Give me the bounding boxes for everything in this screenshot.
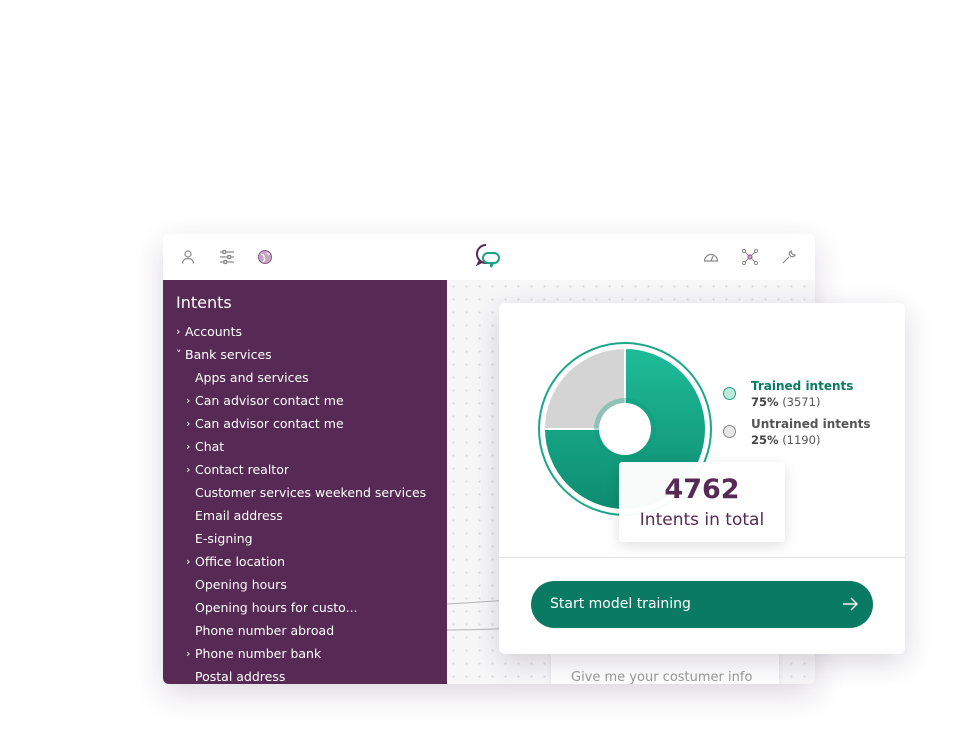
sidebar-item-label: Contact realtor <box>195 462 289 477</box>
sidebar-item[interactable]: › Phone number bank <box>163 642 447 665</box>
chevron-right-icon[interactable]: › <box>186 550 194 573</box>
chat-bubbles-logo-icon <box>475 243 501 271</box>
total-intents-label: Intents in total <box>639 510 765 530</box>
intents-sidebar: Intents › Accounts ˅ Bank services Apps and … <box>163 280 447 684</box>
sidebar-item-label: Phone number abroad <box>195 623 335 638</box>
sidebar-item[interactable]: › Accounts <box>163 320 447 343</box>
total-intents-number: 4762 <box>664 474 740 505</box>
legend-value-untrained: 25% (1190) <box>751 433 821 447</box>
sidebar-item[interactable]: Email address <box>163 504 447 527</box>
sidebar-item[interactable]: › Can advisor contact me <box>163 412 447 435</box>
chevron-right-icon[interactable]: › <box>186 435 194 458</box>
sidebar-item-label: Accounts <box>185 324 242 339</box>
sidebar-item[interactable]: Customer services weekend services <box>163 481 447 504</box>
sidebar-item[interactable]: ˅ Bank services <box>163 343 447 366</box>
arrow-right-icon <box>841 595 859 613</box>
sidebar-item[interactable]: › Office location <box>163 550 447 573</box>
sidebar-item[interactable]: › Contact realtor <box>163 458 447 481</box>
donut-hole <box>599 403 651 455</box>
chevron-right-icon[interactable]: › <box>186 458 194 481</box>
user-icon[interactable] <box>179 248 197 266</box>
sliders-icon[interactable] <box>218 248 236 266</box>
sidebar-item[interactable]: › Can advisor contact me <box>163 389 447 412</box>
sidebar-item[interactable]: Postal address <box>163 665 447 684</box>
message-text: Give me your costumer info <box>571 670 753 684</box>
legend-value-trained: 75% (3571) <box>751 395 821 409</box>
top-toolbar <box>163 234 815 281</box>
sidebar-item-label: Phone number bank <box>195 646 322 661</box>
start-training-label: Start model training <box>550 596 691 612</box>
sidebar-item-label: Can advisor contact me <box>195 393 344 408</box>
wrench-icon[interactable] <box>780 248 798 266</box>
sidebar-item-label: Postal address <box>195 669 286 684</box>
sidebar-item-label: Email address <box>195 508 283 523</box>
chevron-right-icon[interactable]: › <box>176 320 184 343</box>
sidebar-item[interactable]: › Chat <box>163 435 447 458</box>
sidebar-item[interactable]: Phone number abroad <box>163 619 447 642</box>
sidebar-item-label: Apps and services <box>195 370 309 385</box>
sidebar-item-label: Office location <box>195 554 286 569</box>
legend-name-untrained: Untrained intents <box>751 417 871 431</box>
start-training-button[interactable]: Start model training <box>531 581 873 628</box>
legend-dot-trained <box>723 387 736 400</box>
sidebar-title: Intents <box>176 293 232 312</box>
globe-icon[interactable] <box>256 248 274 266</box>
sidebar-item-label: Customer services weekend services <box>195 485 427 500</box>
sidebar-item[interactable]: Apps and services <box>163 366 447 389</box>
legend-name-trained: Trained intents <box>751 379 854 393</box>
chevron-down-icon[interactable]: ˅ <box>176 343 184 366</box>
sidebar-item[interactable]: Opening hours <box>163 573 447 596</box>
sidebar-item-label: Can advisor contact me <box>195 416 344 431</box>
sidebar-item-label: Opening hours <box>195 577 287 592</box>
gauge-icon[interactable] <box>702 248 720 266</box>
chevron-right-icon[interactable]: › <box>186 389 194 412</box>
legend-dot-untrained <box>723 425 736 438</box>
sidebar-item-label: Bank services <box>185 347 272 362</box>
sidebar-item[interactable]: E-signing <box>163 527 447 550</box>
training-stats-card: Trained intents 75% (3571) Untrained int… <box>499 303 905 654</box>
sidebar-item-label: Chat <box>195 439 225 454</box>
network-icon[interactable] <box>741 248 759 266</box>
chevron-right-icon[interactable]: › <box>186 642 194 665</box>
sidebar-item[interactable]: Opening hours for custo... <box>163 596 447 619</box>
total-intents-box: 4762 Intents in total <box>619 462 785 542</box>
sidebar-item-label: E-signing <box>195 531 253 546</box>
card-divider <box>499 557 905 558</box>
sidebar-item-label: Opening hours for custo... <box>195 600 358 615</box>
chevron-right-icon[interactable]: › <box>186 412 194 435</box>
intent-tree: › Accounts ˅ Bank services Apps and services… <box>163 320 447 684</box>
